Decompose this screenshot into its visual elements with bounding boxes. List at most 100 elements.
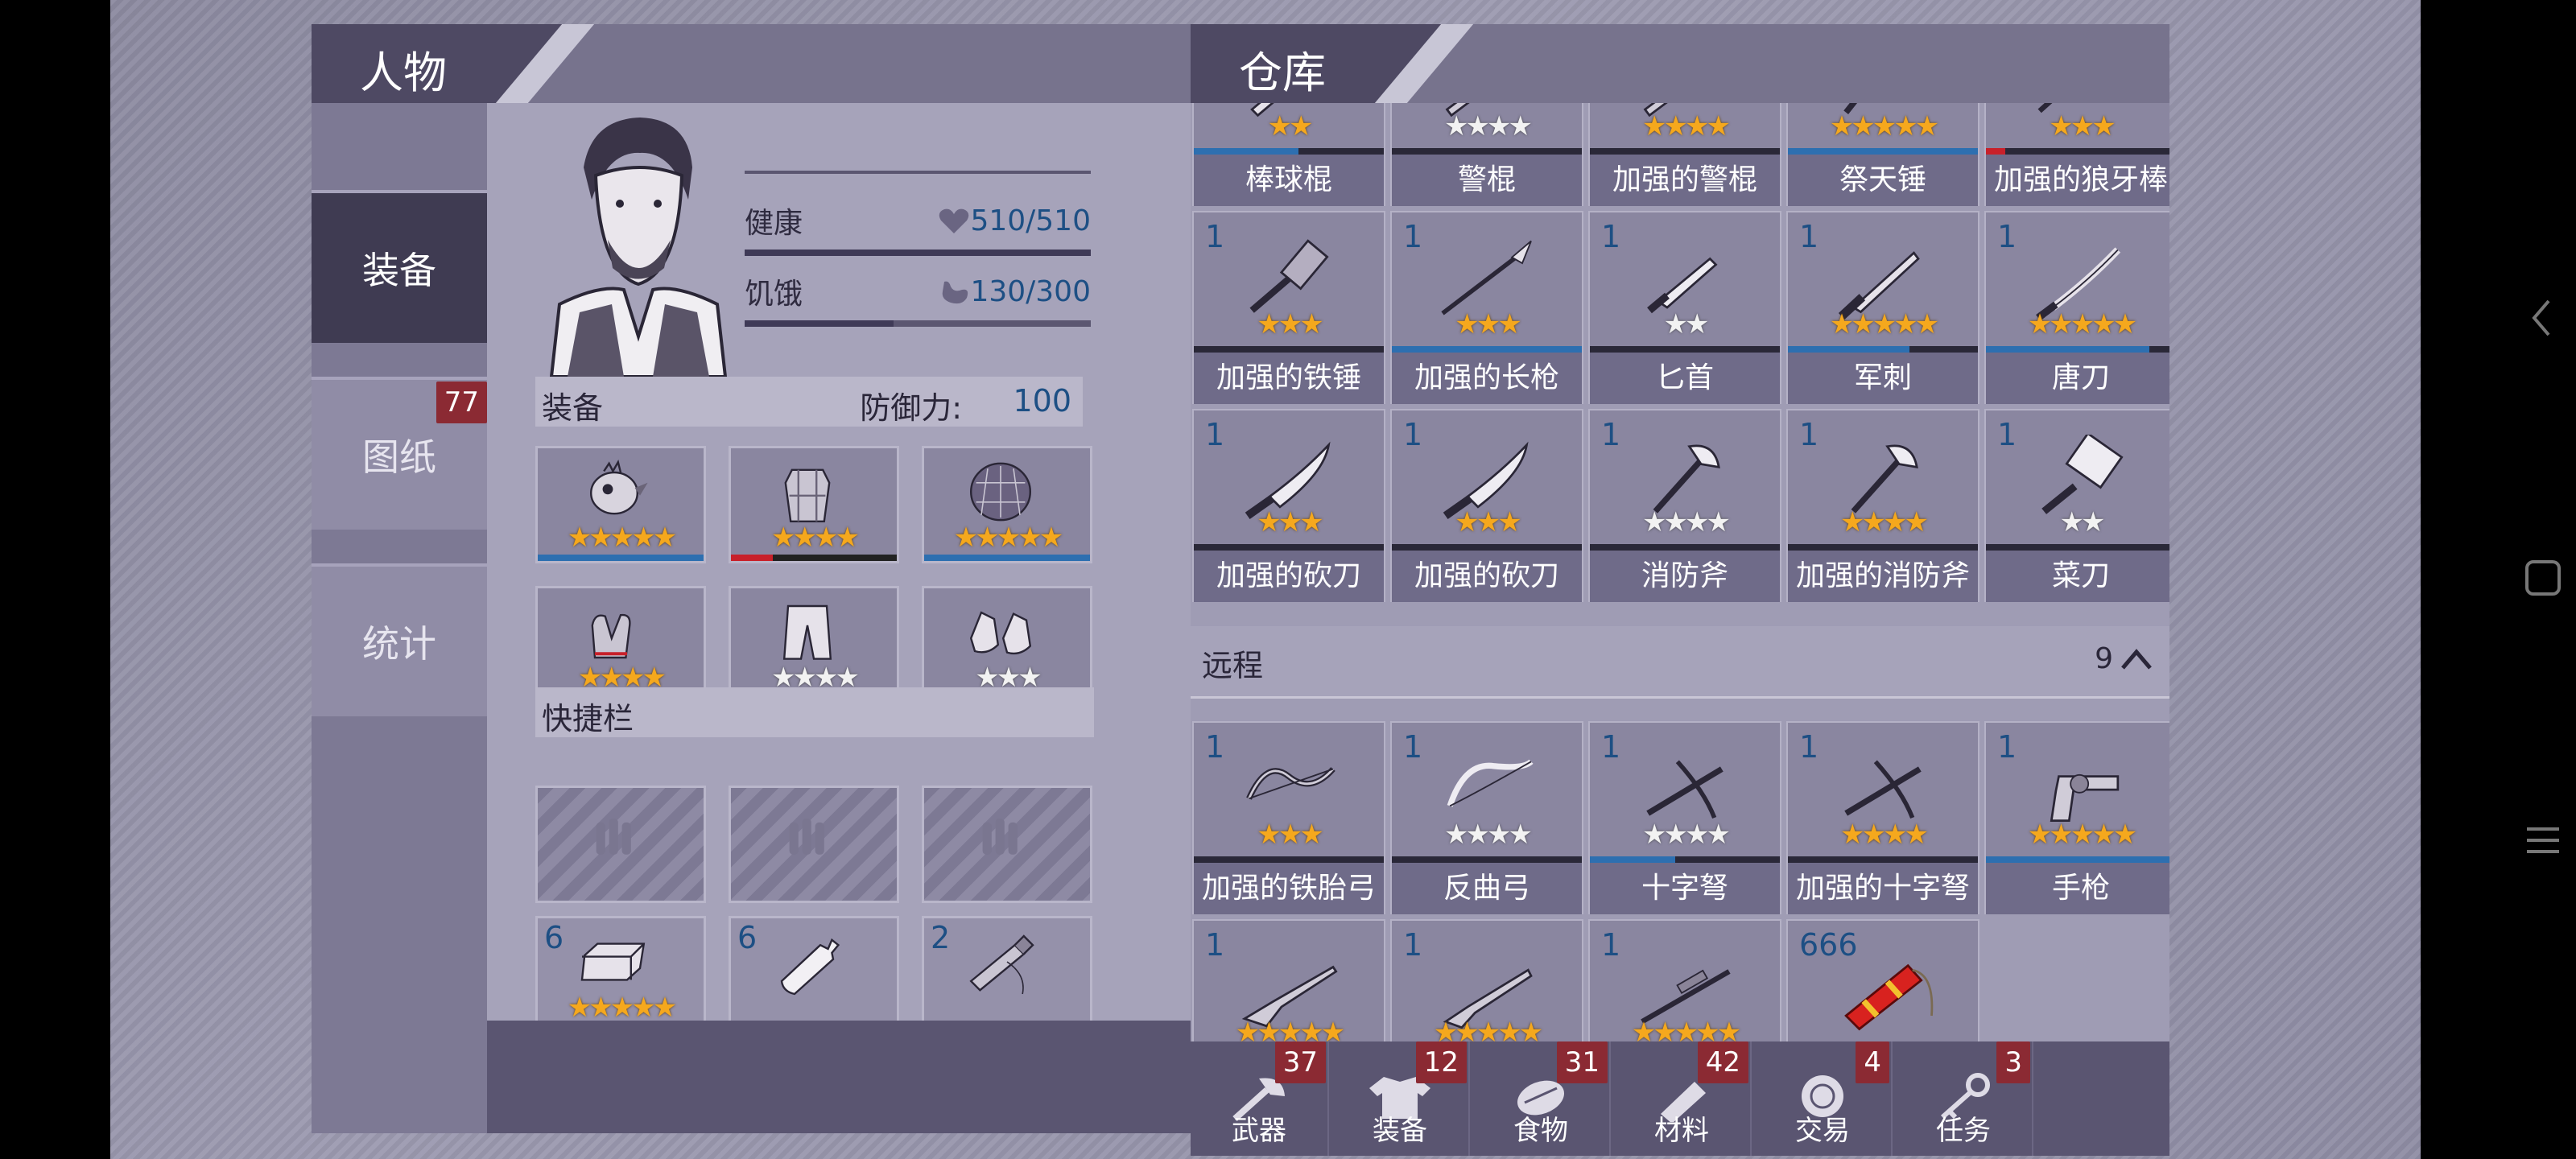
bottle-icon xyxy=(780,938,840,996)
quickbar-slot[interactable]: 2 xyxy=(922,916,1092,1033)
item-count: 6 xyxy=(737,920,758,955)
recents-icon[interactable] xyxy=(2524,821,2562,860)
gold-star-icon: ★ xyxy=(1497,308,1522,340)
star-rating: ★★★ xyxy=(1194,311,1384,338)
storage-item[interactable]: 666 xyxy=(1786,919,1979,1041)
item-name: 十字弩 xyxy=(1590,863,1780,914)
item-name: 祭天锤 xyxy=(1788,155,1978,206)
durability-bar xyxy=(924,555,1090,561)
gold-star-icon: ★ xyxy=(1476,506,1501,538)
storage-item[interactable]: 1 ★★★★★ 手枪 xyxy=(1984,721,2169,914)
gold-star-icon: ★ xyxy=(2070,110,2095,142)
item-count: 1 xyxy=(1799,417,1819,452)
storage-item[interactable]: ★★★★★ 祭天锤 xyxy=(1786,103,1979,206)
category-tab-food[interactable]: 31 食物 xyxy=(1472,1041,1611,1156)
sidebar-item-statistics[interactable]: 统计 xyxy=(312,563,487,716)
gold-star-icon: ★ xyxy=(1433,1017,1459,1041)
storage-item[interactable]: ★★★★ 加强的警棍 xyxy=(1588,103,1781,206)
durability-bar xyxy=(1194,856,1384,863)
gold-star-icon: ★ xyxy=(1289,110,1314,142)
storage-item[interactable]: ★★ 棒球棍 xyxy=(1192,103,1385,206)
storage-item[interactable]: 1 ★★★★★ 唐刀 xyxy=(1984,211,2169,404)
defense-label: 防御力: xyxy=(860,390,962,426)
storage-item[interactable]: 1 ★★★★ 反曲弓 xyxy=(1390,721,1583,914)
storage-item[interactable]: 1 ★★★ 加强的铁胎弓 xyxy=(1192,721,1385,914)
ranged-section-header[interactable]: 远程 9 xyxy=(1191,626,2169,699)
quickbar-slot[interactable]: 6 ★★★★★ xyxy=(535,916,706,1033)
durability-bar xyxy=(1590,856,1780,863)
chevron-up-icon[interactable] xyxy=(2120,642,2153,676)
quickbar-section-header: 快捷栏 xyxy=(535,687,1094,737)
storage-item[interactable]: 1 ★★★★★ xyxy=(1588,919,1781,1041)
storage-item[interactable]: ★★★★ 警棍 xyxy=(1390,103,1583,206)
equipment-slot[interactable]: ★★★★ xyxy=(729,446,899,563)
sidebar-item-label: 统计 xyxy=(362,622,436,666)
quickbar-slot-empty[interactable] xyxy=(729,786,899,903)
gold-star-icon: ★ xyxy=(1904,506,1929,538)
durability-bar xyxy=(1986,148,2169,155)
gold-star-icon: ★ xyxy=(1018,522,1042,554)
equipment-slot[interactable]: ★★★★★ xyxy=(535,446,706,563)
gold-star-icon: ★ xyxy=(1257,308,1282,340)
gold-star-icon: ★ xyxy=(1653,1017,1678,1041)
storage-item[interactable]: 1 ★★ 菜刀 xyxy=(1984,409,2169,602)
item-count: 6 xyxy=(544,920,564,955)
health-bar-fill xyxy=(745,250,1091,256)
sidebar-item-equipment[interactable]: 装备 xyxy=(312,190,487,343)
equipment-slot[interactable]: ★★★★ xyxy=(729,586,899,703)
category-tab-shirt[interactable]: 12 装备 xyxy=(1331,1041,1470,1156)
storage-item[interactable]: 1 ★★★ 加强的砍刀 xyxy=(1390,409,1583,602)
gold-star-icon: ★ xyxy=(2049,308,2074,340)
storage-item[interactable]: 1 ★★★★★ xyxy=(1192,919,1385,1041)
gold-star-icon: ★ xyxy=(2070,308,2095,340)
sidebar-item-label: 图纸 xyxy=(362,435,436,479)
item-name: 加强的砍刀 xyxy=(1194,551,1384,602)
quickbar-slot-empty[interactable] xyxy=(535,786,706,903)
storage-item[interactable]: 1 ★★★ 加强的长枪 xyxy=(1390,211,1583,404)
gold-star-icon: ★ xyxy=(2091,308,2116,340)
storage-item[interactable]: 1 ★★★★ 加强的十字弩 xyxy=(1786,721,1979,914)
category-tab-material[interactable]: 42 材料 xyxy=(1613,1041,1752,1156)
category-tab-coin[interactable]: 4 交易 xyxy=(1754,1041,1893,1156)
storage-item[interactable]: 1 ★★★★ 加强的消防斧 xyxy=(1786,409,1979,602)
storage-item[interactable]: 1 ★★★★ 消防斧 xyxy=(1588,409,1781,602)
category-count-badge: 4 xyxy=(1856,1041,1889,1083)
storage-item[interactable]: 1 ★★ 匕首 xyxy=(1588,211,1781,404)
gold-star-icon: ★ xyxy=(1476,1017,1501,1041)
item-name: 军刺 xyxy=(1788,353,1978,404)
durability-bar xyxy=(1590,148,1780,155)
gold-star-icon: ★ xyxy=(652,522,678,554)
star-rating: ★★★★ xyxy=(1788,821,1978,848)
storage-item[interactable]: 1 ★★★ 加强的铁锤 xyxy=(1192,211,1385,404)
equipment-slot[interactable]: ★★★★ xyxy=(535,586,706,703)
silver-star-icon: ★ xyxy=(2081,506,2106,538)
durability-fill xyxy=(1986,148,2005,155)
gold-star-icon: ★ xyxy=(1455,1017,1480,1041)
star-rating: ★★★ xyxy=(1194,509,1384,536)
quickbar-slot[interactable]: 6 xyxy=(729,916,899,1033)
health-bar xyxy=(745,250,1091,256)
durability-fill xyxy=(1194,148,1298,155)
gold-star-icon: ★ xyxy=(1642,110,1667,142)
category-tab-key[interactable]: 3 任务 xyxy=(1895,1041,2033,1156)
equipment-slot[interactable]: ★★★★★ xyxy=(922,446,1092,563)
sidebar-item-blueprints[interactable]: 图纸 77 xyxy=(312,377,487,530)
gold-star-icon: ★ xyxy=(588,522,613,554)
storage-item[interactable]: 1 ★★★★ 十字弩 xyxy=(1588,721,1781,914)
gold-star-icon: ★ xyxy=(2027,819,2053,851)
hunger-bar xyxy=(745,320,1091,327)
quickbar-slot-empty[interactable] xyxy=(922,786,1092,903)
storage-item[interactable]: 1 ★★★ 加强的砍刀 xyxy=(1192,409,1385,602)
hunger-stat: 饥饿 130/300 xyxy=(745,270,1091,335)
back-icon[interactable] xyxy=(2529,298,2553,338)
home-icon[interactable] xyxy=(2524,559,2562,597)
category-tab-weapon[interactable]: 37 武器 xyxy=(1191,1041,1329,1156)
storage-item[interactable]: 1 ★★★★★ 军刺 xyxy=(1786,211,1979,404)
category-count-badge: 12 xyxy=(1415,1041,1467,1083)
storage-item[interactable]: ★★★ 加强的狼牙棒 xyxy=(1984,103,2169,206)
equipment-slot[interactable]: ★★★ xyxy=(922,586,1092,703)
item-count: 1 xyxy=(1205,729,1225,765)
storage-grid[interactable]: ★★ 棒球棍 ★★★★ 警棍 ★★★★ 加强的警棍 ★★★★★ 祭天锤 ★★★ 加强的狼牙棒 1 ★★… xyxy=(1191,103,2169,1041)
storage-item[interactable]: 1 ★★★★★ xyxy=(1390,919,1583,1041)
gold-star-icon: ★ xyxy=(1455,308,1480,340)
